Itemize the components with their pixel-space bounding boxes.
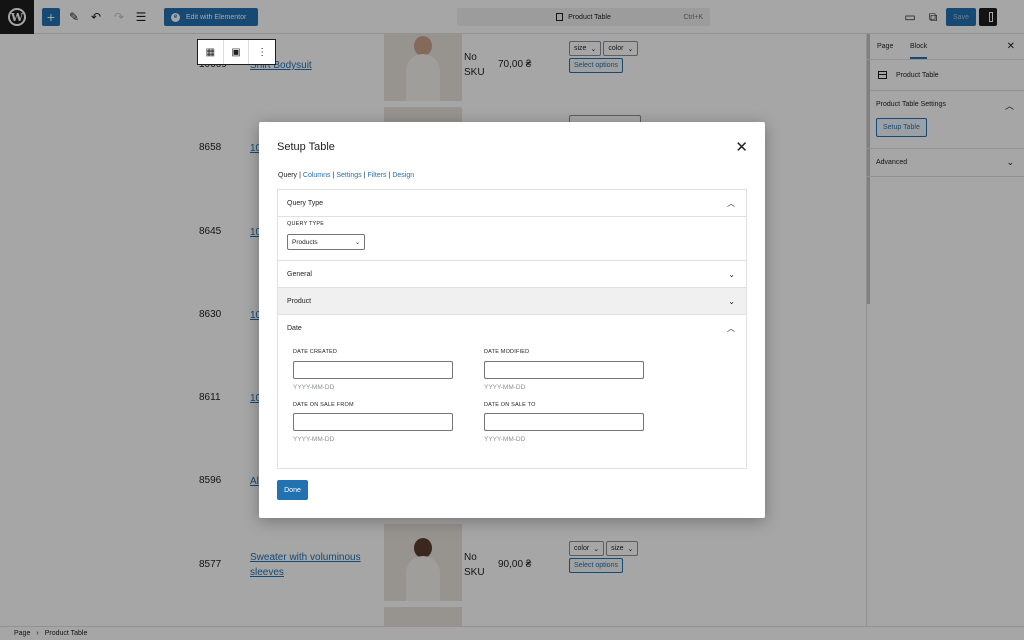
section-title: General bbox=[287, 270, 312, 278]
layout-icon: ▣ bbox=[231, 46, 241, 58]
general-header[interactable]: General ⌄ bbox=[278, 261, 746, 288]
block-options-button[interactable]: ⋮ bbox=[249, 40, 275, 64]
date-created-label: DATE CREATED bbox=[293, 349, 338, 355]
date-on-sale-to-hint: YYYY-MM-DD bbox=[484, 436, 526, 443]
tab-settings[interactable]: Settings bbox=[336, 172, 361, 179]
chevron-down-icon: ⌄ bbox=[728, 269, 735, 279]
tab-separator: | bbox=[363, 172, 366, 179]
date-on-sale-to-label: DATE ON SALE TO bbox=[484, 402, 536, 408]
date-on-sale-from-hint: YYYY-MM-DD bbox=[293, 436, 335, 443]
query-type-label: QUERY TYPE bbox=[287, 221, 325, 227]
section-title: Product bbox=[287, 297, 312, 305]
query-type-select[interactable]: Products ⌄ bbox=[287, 234, 365, 250]
section-title: Date bbox=[287, 325, 302, 332]
date-on-sale-from-label: DATE ON SALE FROM bbox=[293, 402, 354, 408]
modal-title: Setup Table bbox=[277, 141, 335, 153]
product-header[interactable]: Product ⌄ bbox=[278, 288, 746, 315]
query-type-value: Products bbox=[292, 238, 318, 246]
query-type-header[interactable]: Query Type ︿ bbox=[278, 190, 746, 217]
tab-query[interactable]: Query bbox=[278, 172, 297, 179]
date-header[interactable]: Date ︿ bbox=[278, 315, 746, 342]
close-icon[interactable]: ✕ bbox=[735, 138, 748, 156]
setup-table-modal: Setup Table ✕ Query | Columns | Settings… bbox=[259, 122, 765, 518]
tab-columns[interactable]: Columns bbox=[303, 172, 331, 179]
chevron-down-icon: ⌄ bbox=[728, 296, 735, 306]
tab-separator: | bbox=[332, 172, 335, 179]
tab-design[interactable]: Design bbox=[392, 172, 414, 179]
date-modified-label: DATE MODIFIED bbox=[484, 349, 530, 355]
date-created-hint: YYYY-MM-DD bbox=[293, 384, 335, 391]
chevron-up-icon: ︿ bbox=[727, 324, 735, 333]
query-type-body: QUERY TYPE Products ⌄ bbox=[278, 217, 746, 261]
tab-filters[interactable]: Filters bbox=[367, 172, 386, 179]
chevron-up-icon: ︿ bbox=[727, 198, 735, 208]
block-toolbar: ▦ ▣ ⋮ bbox=[197, 39, 276, 65]
tab-separator: | bbox=[299, 172, 301, 179]
done-button[interactable]: Done bbox=[277, 480, 308, 500]
table-icon: ▦ bbox=[205, 46, 216, 58]
section-title: Query Type bbox=[287, 199, 324, 207]
date-on-sale-to-input[interactable] bbox=[484, 413, 644, 431]
block-layout-button[interactable]: ▣ bbox=[224, 40, 250, 64]
block-type-button[interactable]: ▦ bbox=[198, 40, 224, 64]
more-vertical-icon: ⋮ bbox=[257, 46, 268, 58]
query-panels: Query Type ︿ QUERY TYPE Products ⌄ Gener… bbox=[277, 189, 747, 469]
date-created-input[interactable] bbox=[293, 361, 453, 379]
modal-tabs: Query | Columns | Settings | Filters | D… bbox=[278, 172, 414, 179]
date-modified-hint: YYYY-MM-DD bbox=[484, 384, 526, 391]
date-on-sale-from-input[interactable] bbox=[293, 413, 453, 431]
date-modified-input[interactable] bbox=[484, 361, 644, 379]
tab-separator: | bbox=[388, 172, 391, 179]
date-body: DATE CREATED YYYY-MM-DD DATE MODIFIED YY… bbox=[278, 342, 746, 466]
chevron-down-icon: ⌄ bbox=[354, 239, 360, 246]
